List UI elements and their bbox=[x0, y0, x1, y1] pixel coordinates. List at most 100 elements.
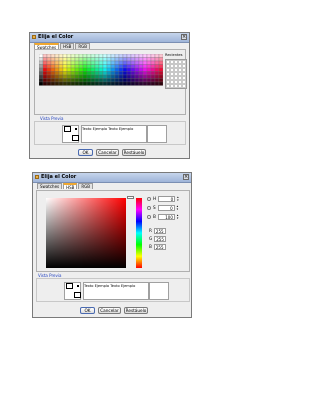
swatch-cell[interactable] bbox=[54, 78, 60, 83]
swatch-cell[interactable] bbox=[94, 78, 100, 83]
swatch-cell[interactable] bbox=[110, 60, 116, 65]
swatch-cell[interactable] bbox=[110, 54, 116, 58]
swatch-cell[interactable] bbox=[82, 57, 88, 62]
swatch-cell[interactable] bbox=[62, 54, 68, 58]
swatch-cell[interactable] bbox=[50, 78, 56, 83]
swatch-cell[interactable] bbox=[130, 57, 136, 62]
swatch-cell[interactable] bbox=[98, 64, 104, 69]
swatch-cell[interactable] bbox=[158, 74, 163, 79]
swatch-cell[interactable] bbox=[110, 81, 116, 86]
swatch-cell[interactable] bbox=[106, 54, 112, 58]
swatch-cell[interactable] bbox=[42, 71, 48, 76]
recent-swatches[interactable] bbox=[165, 59, 187, 89]
swatch-cell[interactable] bbox=[98, 78, 104, 83]
swatch-cell[interactable] bbox=[106, 57, 112, 62]
swatch-cell[interactable] bbox=[50, 71, 56, 76]
swatch-cell[interactable] bbox=[142, 67, 148, 72]
swatch-cell[interactable] bbox=[102, 57, 108, 62]
swatch-cell[interactable] bbox=[126, 54, 132, 58]
swatch-cell[interactable] bbox=[138, 74, 144, 79]
swatch-cell[interactable] bbox=[66, 67, 72, 72]
swatch-cell[interactable] bbox=[126, 60, 132, 65]
swatch-cell[interactable] bbox=[78, 57, 84, 62]
swatch-cell[interactable] bbox=[66, 60, 72, 65]
swatch-cell[interactable] bbox=[154, 57, 160, 62]
swatch-cell[interactable] bbox=[130, 81, 136, 86]
tab-rgb[interactable]: RGB bbox=[78, 183, 94, 189]
swatch-cell[interactable] bbox=[154, 60, 160, 65]
swatch-cell[interactable] bbox=[42, 60, 48, 65]
hue-slider-thumb[interactable] bbox=[127, 196, 134, 199]
brightness-radio[interactable] bbox=[147, 215, 151, 219]
swatch-cell[interactable] bbox=[134, 67, 140, 72]
swatch-cell[interactable] bbox=[122, 57, 128, 62]
swatch-cell[interactable] bbox=[70, 67, 76, 72]
swatch-cell[interactable] bbox=[134, 54, 140, 58]
swatch-cell[interactable] bbox=[82, 64, 88, 69]
swatch-cell[interactable] bbox=[78, 60, 84, 65]
swatch-cell[interactable] bbox=[58, 81, 64, 86]
swatch-cell[interactable] bbox=[74, 57, 80, 62]
swatch-cell[interactable] bbox=[150, 67, 156, 72]
swatch-cell[interactable] bbox=[142, 54, 148, 58]
swatch-cell[interactable] bbox=[66, 71, 72, 76]
swatch-cell[interactable] bbox=[102, 54, 108, 58]
swatch-cell[interactable] bbox=[42, 57, 48, 62]
swatch-cell[interactable] bbox=[130, 78, 136, 83]
swatch-cell[interactable] bbox=[78, 71, 84, 76]
swatch-cell[interactable] bbox=[54, 67, 60, 72]
swatch-cell[interactable] bbox=[42, 54, 48, 58]
swatch-cell[interactable] bbox=[74, 74, 80, 79]
swatch-cell[interactable] bbox=[98, 60, 104, 65]
swatch-cell[interactable] bbox=[118, 71, 124, 76]
swatch-cell[interactable] bbox=[94, 81, 100, 86]
swatch-cell[interactable] bbox=[78, 78, 84, 83]
swatch-cell[interactable] bbox=[86, 81, 92, 86]
swatch-cell[interactable] bbox=[62, 64, 68, 69]
swatch-cell[interactable] bbox=[42, 64, 48, 69]
swatch-cell[interactable] bbox=[66, 81, 72, 86]
swatch-cell[interactable] bbox=[118, 64, 124, 69]
swatch-cell[interactable] bbox=[42, 78, 48, 83]
swatch-cell[interactable] bbox=[126, 81, 132, 86]
swatch-cell[interactable] bbox=[50, 74, 56, 79]
swatch-cell[interactable] bbox=[106, 81, 112, 86]
swatch-cell[interactable] bbox=[154, 71, 160, 76]
swatch-cell[interactable] bbox=[122, 64, 128, 69]
swatch-cell[interactable] bbox=[90, 57, 96, 62]
swatch-cell[interactable] bbox=[90, 54, 96, 58]
swatch-cell[interactable] bbox=[50, 54, 56, 58]
swatch-cell[interactable] bbox=[42, 74, 48, 79]
swatch-cell[interactable] bbox=[82, 67, 88, 72]
swatch-cell[interactable] bbox=[150, 57, 156, 62]
swatch-cell[interactable] bbox=[134, 71, 140, 76]
swatch-cell[interactable] bbox=[138, 67, 144, 72]
swatch-cell[interactable] bbox=[134, 81, 140, 86]
swatch-cell[interactable] bbox=[134, 78, 140, 83]
swatch-cell[interactable] bbox=[118, 60, 124, 65]
reset-button[interactable]: Restáuelo bbox=[124, 307, 148, 314]
swatch-cell[interactable] bbox=[46, 57, 52, 62]
swatch-cell[interactable] bbox=[122, 71, 128, 76]
swatch-cell[interactable] bbox=[142, 81, 148, 86]
swatch-cell[interactable] bbox=[74, 71, 80, 76]
close-icon[interactable]: × bbox=[183, 174, 189, 180]
swatch-cell[interactable] bbox=[158, 57, 163, 62]
swatch-cell[interactable] bbox=[102, 74, 108, 79]
swatch-cell[interactable] bbox=[90, 78, 96, 83]
close-icon[interactable]: × bbox=[181, 34, 187, 40]
swatch-cell[interactable] bbox=[70, 81, 76, 86]
swatch-cell[interactable] bbox=[114, 57, 120, 62]
swatch-cell[interactable] bbox=[66, 78, 72, 83]
swatch-cell[interactable] bbox=[146, 60, 152, 65]
swatch-cell[interactable] bbox=[86, 54, 92, 58]
swatch-cell[interactable] bbox=[98, 74, 104, 79]
swatch-cell[interactable] bbox=[94, 64, 100, 69]
swatch-cell[interactable] bbox=[58, 71, 64, 76]
swatch-cell[interactable] bbox=[74, 81, 80, 86]
swatch-cell[interactable] bbox=[106, 71, 112, 76]
swatch-cell[interactable] bbox=[62, 71, 68, 76]
swatch-cell[interactable] bbox=[98, 67, 104, 72]
swatch-cell[interactable] bbox=[70, 71, 76, 76]
swatch-cell[interactable] bbox=[86, 78, 92, 83]
